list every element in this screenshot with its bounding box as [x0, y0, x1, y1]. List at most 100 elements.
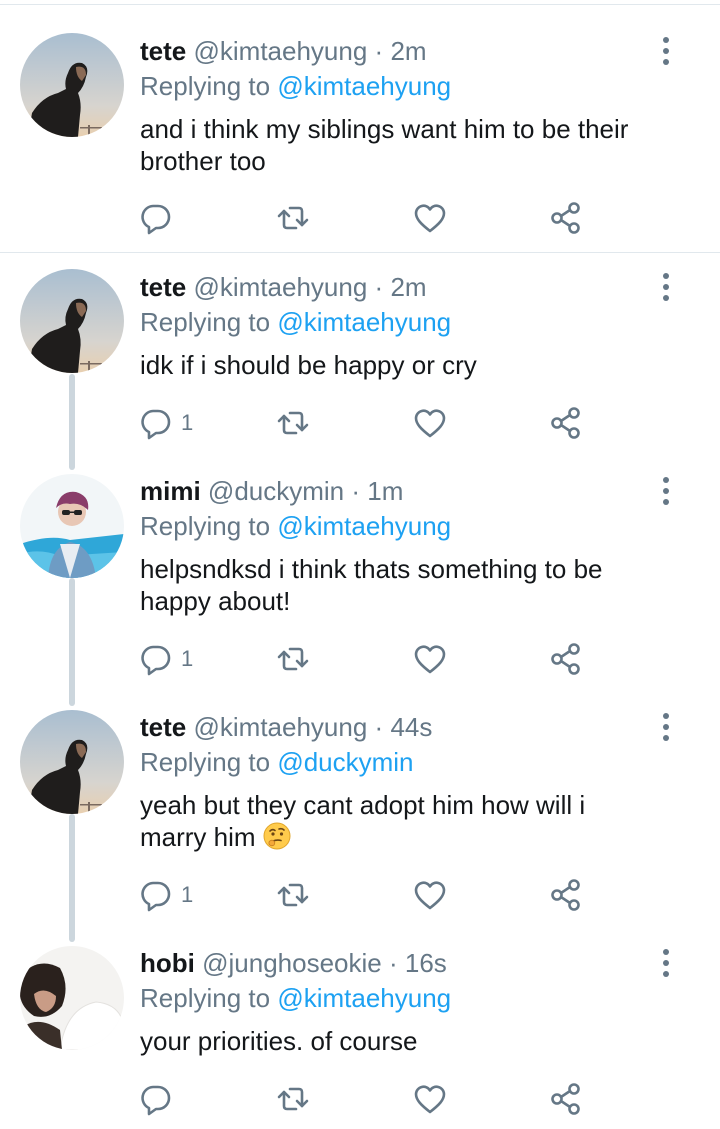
retweet-button[interactable] [276, 405, 310, 441]
reply-count: 1 [181, 882, 194, 907]
more-options-icon[interactable] [655, 710, 677, 744]
separator-dot: · [374, 36, 384, 66]
retweet-icon [277, 647, 309, 671]
like-button[interactable] [413, 200, 447, 236]
retweet-icon [277, 206, 309, 230]
replying-to-label: Replying to [140, 71, 271, 101]
share-button[interactable] [549, 200, 583, 236]
mention-link[interactable]: @kimtaehyung [277, 307, 451, 337]
tweet-text: idk if i should be happy or cry [140, 350, 477, 380]
tete-avatar[interactable] [20, 710, 124, 814]
display-name[interactable]: tete [140, 272, 186, 302]
retweet-button[interactable] [276, 1081, 310, 1117]
separator-dot: · [351, 476, 361, 506]
reply-button[interactable] [139, 1081, 181, 1117]
retweet-icon [277, 883, 309, 907]
share-button[interactable] [549, 405, 583, 441]
username[interactable]: @kimtaehyung [193, 36, 367, 66]
timestamp[interactable]: 16s [405, 948, 447, 978]
separator-dot: · [374, 712, 384, 742]
tete-avatar[interactable] [20, 33, 124, 137]
display-name[interactable]: tete [140, 36, 186, 66]
tweet[interactable]: tete @kimtaehyung · 2m Replying to @kimt… [0, 0, 720, 252]
retweet-icon [277, 411, 309, 435]
tweet-header: tete @kimtaehyung · 2m [140, 34, 427, 68]
tweet-header: tete @kimtaehyung · 2m [140, 270, 427, 304]
share-icon [551, 1083, 580, 1115]
mention-link[interactable]: @kimtaehyung [277, 511, 451, 541]
tweet-header: hobi @junghoseokie · 16s [140, 946, 447, 980]
share-button[interactable] [549, 877, 583, 913]
username[interactable]: @junghoseokie [202, 948, 382, 978]
reply-button[interactable] [139, 200, 181, 236]
reply-count: 1 [181, 410, 194, 435]
tweet-text: helpsndksd i think thats something to be… [140, 554, 603, 616]
mimi-avatar[interactable] [20, 474, 124, 578]
thinking-face-emoji-icon [263, 822, 291, 850]
timestamp[interactable]: 2m [390, 272, 426, 302]
display-name[interactable]: tete [140, 712, 186, 742]
timestamp[interactable]: 44s [390, 712, 432, 742]
tweet[interactable]: tete @kimtaehyung · 44s Replying to @duc… [0, 702, 720, 938]
timestamp[interactable]: 2m [390, 36, 426, 66]
tweet-header: tete @kimtaehyung · 44s [140, 710, 432, 744]
heart-icon [414, 881, 446, 910]
like-button[interactable] [413, 405, 447, 441]
more-options-icon[interactable] [655, 474, 677, 508]
tweet[interactable]: tete @kimtaehyung · 2m Replying to @kimt… [0, 252, 720, 466]
reply-button[interactable]: 1 [139, 405, 193, 441]
share-button[interactable] [549, 641, 583, 677]
reply-icon [141, 409, 171, 440]
share-icon [551, 643, 580, 675]
heart-icon [414, 1085, 446, 1114]
separator-dot: · [388, 948, 398, 978]
tweet-text: and i think my siblings want him to be t… [140, 114, 629, 176]
tweet[interactable]: mimi @duckymin · 1m Replying to @kimtaeh… [0, 466, 720, 702]
heart-icon [414, 409, 446, 438]
retweet-icon [277, 1087, 309, 1111]
retweet-button[interactable] [276, 200, 310, 236]
username[interactable]: @kimtaehyung [193, 712, 367, 742]
like-button[interactable] [413, 877, 447, 913]
tweet-text: yeah but they cant adopt him how will i … [140, 789, 700, 853]
heart-icon [414, 204, 446, 233]
tete-avatar[interactable] [20, 269, 124, 373]
share-icon [551, 879, 580, 911]
share-icon [551, 407, 580, 439]
replying-to: Replying to @kimtaehyung [140, 69, 451, 103]
reply-count: 1 [181, 646, 194, 671]
tweet[interactable]: hobi @junghoseokie · 16s Replying to @ki… [0, 938, 720, 1129]
mention-link[interactable]: @kimtaehyung [277, 983, 451, 1013]
mention-link[interactable]: @duckymin [277, 747, 413, 777]
reply-button[interactable]: 1 [139, 877, 193, 913]
like-button[interactable] [413, 1081, 447, 1117]
reply-feed: tete @kimtaehyung · 2m Replying to @kimt… [0, 0, 720, 1129]
username[interactable]: @duckymin [208, 476, 344, 506]
retweet-button[interactable] [276, 877, 310, 913]
hobi-avatar[interactable] [20, 946, 124, 1050]
share-icon [551, 202, 580, 234]
share-button[interactable] [549, 1081, 583, 1117]
more-options-icon[interactable] [655, 946, 677, 980]
reply-button[interactable]: 1 [139, 641, 193, 677]
reply-icon [141, 881, 171, 912]
display-name[interactable]: hobi [140, 948, 195, 978]
reply-icon [141, 645, 171, 676]
replying-to: Replying to @kimtaehyung [140, 981, 451, 1015]
timestamp[interactable]: 1m [367, 476, 403, 506]
heart-icon [414, 645, 446, 674]
replying-to-label: Replying to [140, 307, 271, 337]
username[interactable]: @kimtaehyung [193, 272, 367, 302]
more-options-icon[interactable] [655, 270, 677, 304]
replying-to: Replying to @kimtaehyung [140, 305, 451, 339]
mention-link[interactable]: @kimtaehyung [277, 71, 451, 101]
display-name[interactable]: mimi [140, 476, 201, 506]
like-button[interactable] [413, 641, 447, 677]
retweet-button[interactable] [276, 641, 310, 677]
tweet-header: mimi @duckymin · 1m [140, 474, 403, 508]
replying-to-label: Replying to [140, 747, 271, 777]
more-options-icon[interactable] [655, 34, 677, 68]
replying-to-label: Replying to [140, 983, 271, 1013]
separator-dot: · [374, 272, 384, 302]
replying-to: Replying to @duckymin [140, 745, 414, 779]
